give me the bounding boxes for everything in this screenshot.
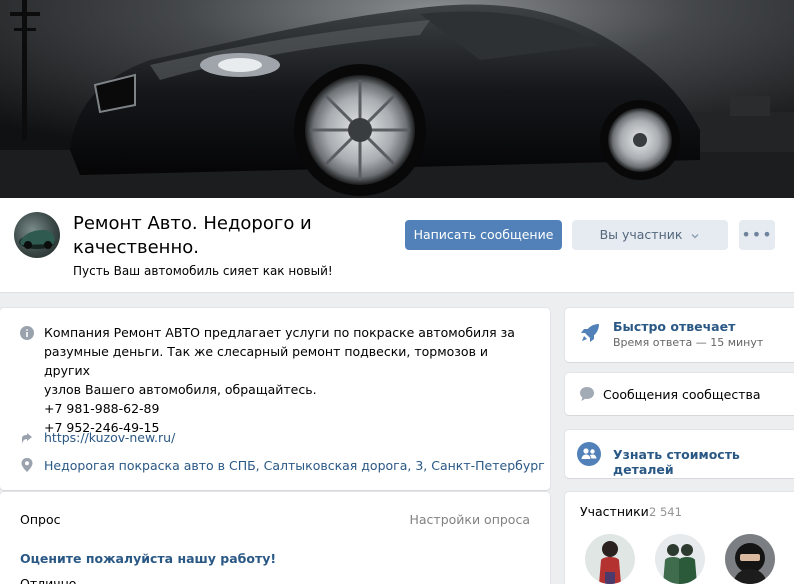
group-status: Пусть Ваш автомобиль сияет как новый! (73, 264, 333, 278)
car-illustration (0, 0, 794, 198)
write-message-button[interactable]: Написать сообщение (405, 220, 562, 250)
description-line: узлов Вашего автомобиля, обращайтесь. (44, 382, 317, 397)
info-card: Компания Ремонт АВТО предлагает услуги п… (0, 308, 550, 490)
website-link[interactable]: https://kuzov-new.ru/ (44, 430, 175, 445)
member-button[interactable]: Вы участник (572, 220, 728, 250)
poll-question: Оцените пожалуйста нашу работу! (20, 551, 277, 566)
chat-icon (580, 387, 594, 401)
member-avatar[interactable] (585, 534, 635, 584)
community-messages-label: Сообщения сообщества (603, 387, 761, 402)
location-icon (21, 458, 33, 472)
description-line: разумные деньги. Так же слесарный ремонт… (44, 344, 489, 378)
fast-reply-title: Быстро отвечает (613, 319, 736, 334)
community-messages-card[interactable]: Сообщения сообщества (565, 373, 794, 415)
poll-option[interactable]: Отлично (20, 576, 76, 584)
fast-reply-subtitle: Время ответа — 15 минут (613, 336, 764, 349)
poll-label: Опрос (20, 512, 61, 527)
description-line: Компания Ремонт АВТО предлагает услуги п… (44, 325, 515, 340)
members-count: 2 541 (649, 505, 682, 519)
share-icon (22, 433, 32, 444)
more-actions-button[interactable]: ••• (739, 220, 775, 250)
price-card[interactable]: Узнать стоимость деталей (565, 430, 794, 478)
members-card: Участники 2 541 (565, 492, 794, 584)
page-title: Ремонт Авто. Недорого и качественно. (73, 213, 312, 258)
members-title[interactable]: Участники (580, 504, 649, 519)
member-avatar[interactable] (655, 534, 705, 584)
avatar[interactable] (14, 212, 60, 258)
address-link[interactable]: Недорогая покраска авто в СПБ, Салтыковс… (44, 458, 545, 473)
phone-number: +7 981-988-62-89 (44, 401, 160, 416)
poll-settings-link[interactable]: Настройки опроса (409, 512, 530, 527)
info-icon (20, 326, 34, 340)
chevron-down-icon (691, 233, 699, 238)
group-description: Компания Ремонт АВТО предлагает услуги п… (44, 323, 534, 437)
cover-image (0, 0, 794, 198)
member-avatar[interactable] (725, 534, 775, 584)
poll-card: Опрос Настройки опроса Оцените пожалуйст… (0, 492, 550, 584)
price-link: Узнать стоимость деталей (613, 447, 740, 477)
fast-reply-card[interactable]: Быстро отвечает Время ответа — 15 минут (565, 308, 794, 362)
people-icon (577, 442, 601, 466)
rocket-icon (581, 324, 599, 342)
member-button-label: Вы участник (599, 227, 683, 242)
